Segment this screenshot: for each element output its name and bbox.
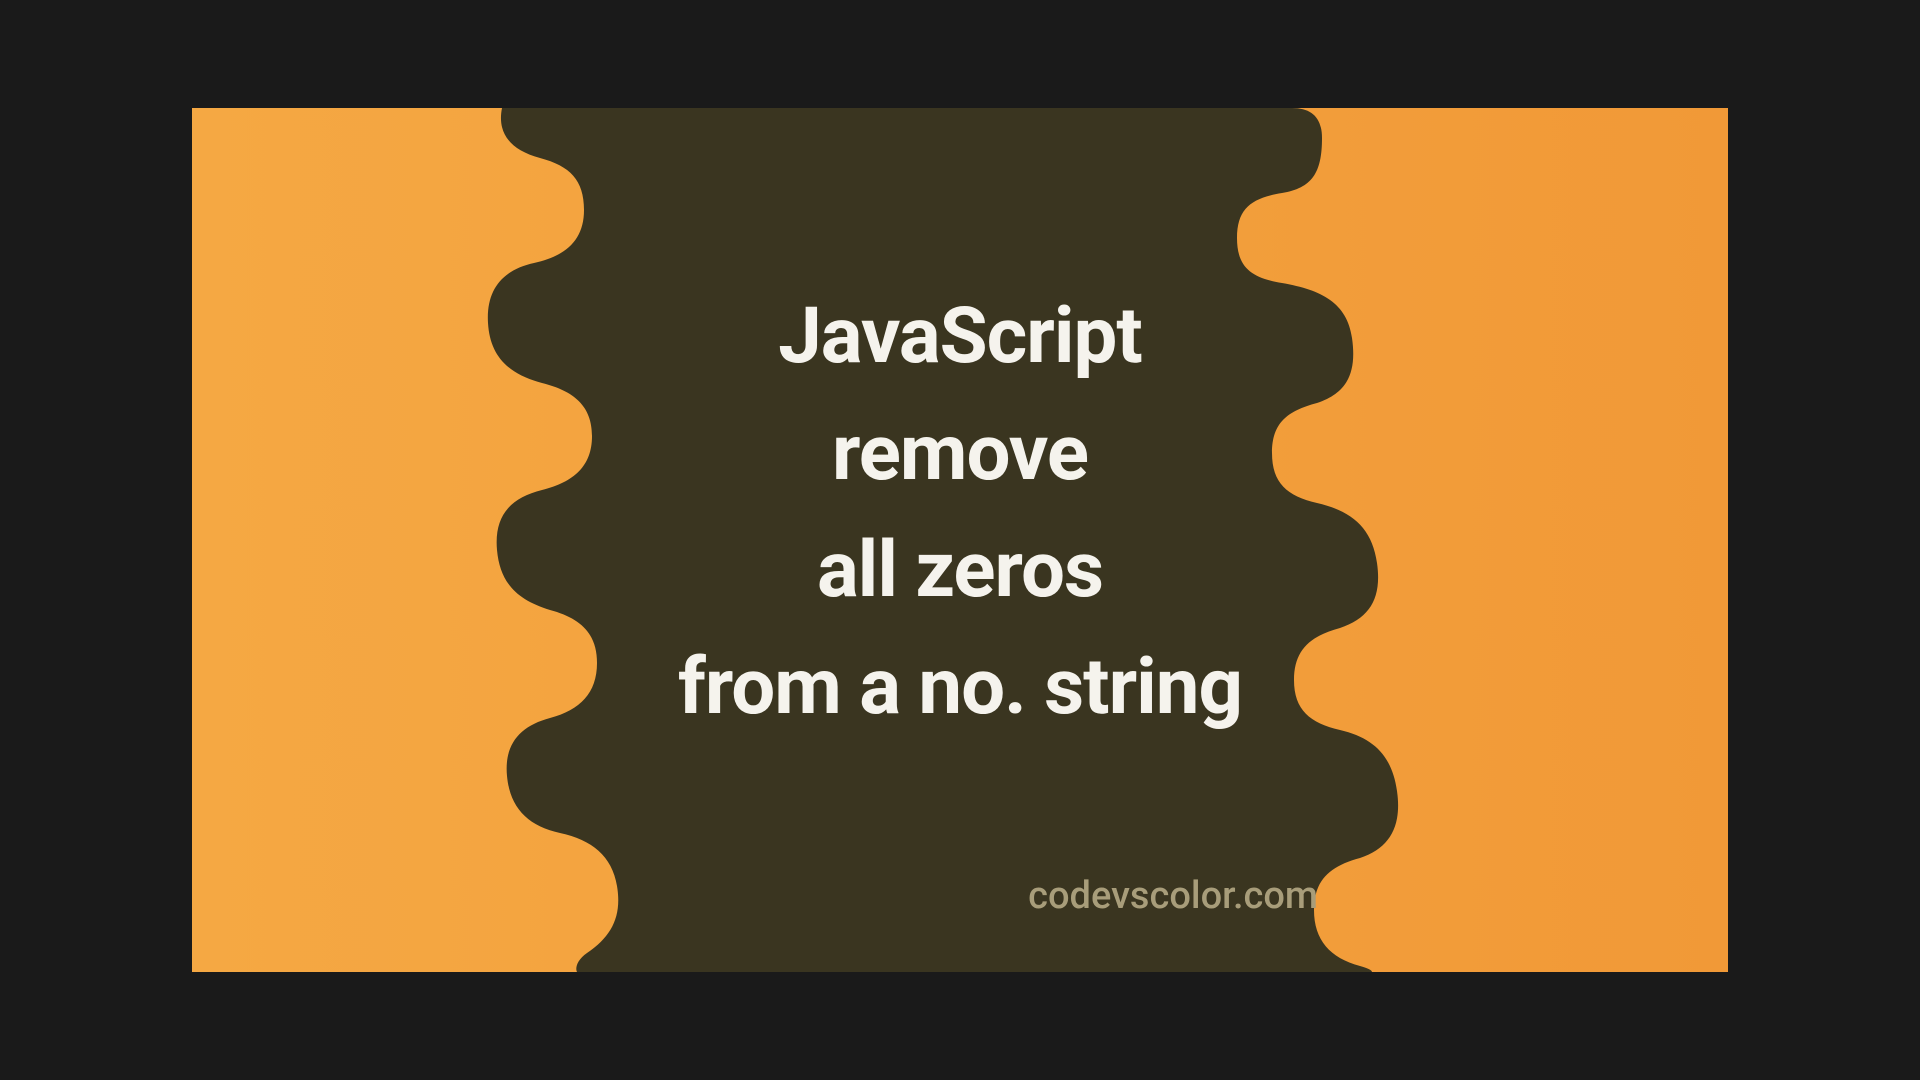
title-line-4: from a no. string bbox=[192, 629, 1728, 746]
title-line-1: JavaScript bbox=[192, 278, 1728, 395]
footer-attribution: codevscolor.com bbox=[1028, 874, 1318, 918]
title-line-2: remove bbox=[192, 395, 1728, 512]
title-line-3: all zeros bbox=[192, 512, 1728, 629]
banner-container: JavaScript remove all zeros from a no. s… bbox=[192, 108, 1728, 972]
title-block: JavaScript remove all zeros from a no. s… bbox=[192, 278, 1728, 746]
